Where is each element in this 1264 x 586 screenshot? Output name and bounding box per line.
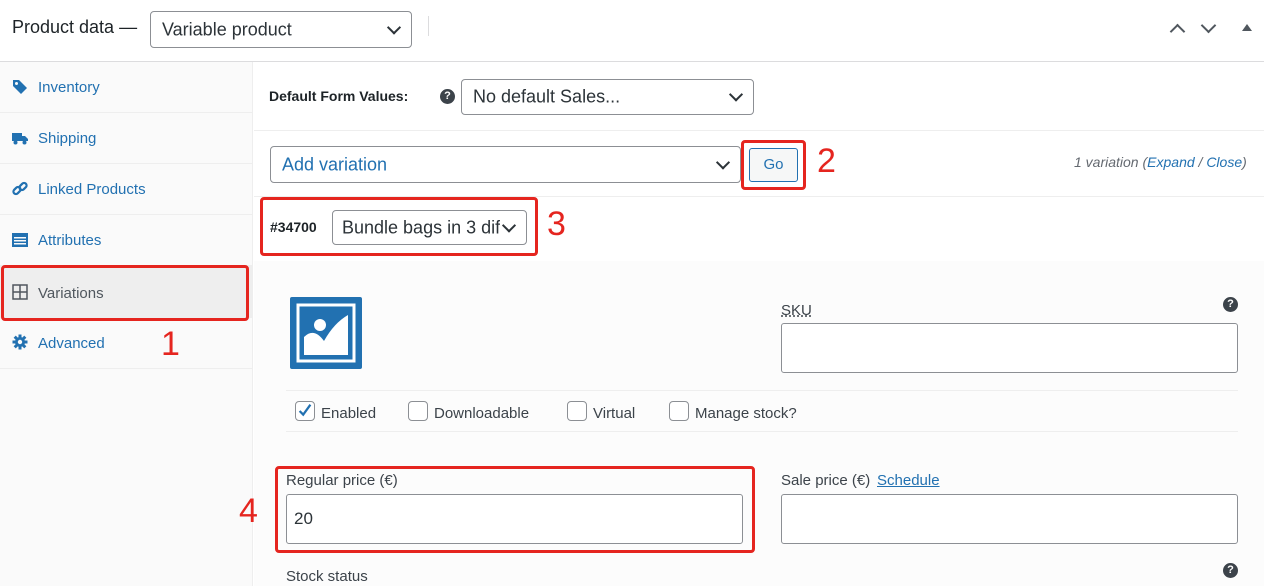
default-form-values-value: No default Sales... [473, 86, 621, 107]
expand-link[interactable]: Expand [1147, 154, 1194, 170]
image-icon [296, 303, 356, 363]
list-icon [12, 233, 28, 247]
annotation-box-go [741, 140, 806, 190]
stock-status-label: Stock status [286, 568, 368, 585]
sku-label: SKU [781, 302, 812, 319]
downloadable-label: Downloadable [434, 405, 530, 422]
annotation-box-variation [260, 197, 538, 256]
annotation-label-3: 3 [547, 205, 566, 243]
sidebar-item-linked-products[interactable]: Linked Products [0, 164, 253, 215]
truck-icon [12, 133, 28, 145]
sidebar-item-attributes[interactable]: Attributes [0, 215, 253, 266]
chevron-down-icon [386, 19, 402, 35]
manage-stock-label: Manage stock? [695, 405, 797, 422]
chevron-down-icon [715, 154, 731, 170]
move-down-icon[interactable] [1200, 17, 1217, 34]
link-icon [12, 181, 28, 196]
variation-action-value: Add variation [282, 154, 388, 174]
sidebar-item-inventory[interactable]: Inventory [0, 62, 253, 113]
collapse-toggle-icon[interactable] [1242, 24, 1252, 31]
product-type-value: Variable product [162, 19, 292, 39]
gear-icon [12, 334, 28, 350]
sale-price-label: Sale price (€) [781, 472, 871, 489]
annotation-box-regular-price [275, 466, 755, 553]
sidebar-item-label: Inventory [38, 79, 100, 96]
product-data-header: Product data — Variable product [0, 0, 1264, 62]
link-separator: / [1194, 154, 1207, 170]
schedule-link[interactable]: Schedule [877, 472, 940, 489]
divider [286, 390, 1238, 391]
sku-input[interactable] [781, 323, 1238, 373]
header-divider [428, 16, 429, 36]
sidebar-item-advanced[interactable]: Advanced [0, 318, 253, 369]
product-data-tabs: Inventory Shipping Linked Products Attri… [0, 62, 253, 586]
sidebar-item-label: Shipping [38, 130, 97, 147]
divider [254, 130, 1264, 131]
variation-image-upload[interactable] [290, 297, 362, 369]
downloadable-checkbox[interactable] [408, 401, 428, 421]
default-form-values-label: Default Form Values: [269, 88, 409, 104]
sale-price-input[interactable] [781, 494, 1238, 544]
annotation-label-2: 2 [817, 142, 836, 180]
help-icon[interactable]: ? [1223, 563, 1238, 578]
sidebar-item-shipping[interactable]: Shipping [0, 113, 253, 164]
product-type-select[interactable]: Variable product [150, 11, 412, 48]
close-link[interactable]: Close [1206, 154, 1242, 170]
sidebar-item-label: Linked Products [38, 181, 146, 198]
default-form-values-select[interactable]: No default Sales... [461, 79, 754, 115]
variation-count-text: 1 variation ( [1074, 154, 1148, 170]
virtual-checkbox[interactable] [567, 401, 587, 421]
checkmark-icon [298, 404, 312, 417]
divider [286, 431, 1238, 432]
variation-action-select[interactable]: Add variation [270, 146, 741, 183]
sidebar-item-label: Advanced [38, 335, 105, 352]
move-up-icon[interactable] [1169, 23, 1186, 40]
annotation-box-variations [1, 265, 249, 321]
help-icon[interactable]: ? [440, 89, 455, 104]
product-data-title: Product data — [12, 17, 138, 37]
tag-icon [13, 80, 27, 94]
manage-stock-checkbox[interactable] [669, 401, 689, 421]
enabled-checkbox[interactable] [295, 401, 315, 421]
annotation-label-4: 4 [239, 492, 258, 530]
virtual-label: Virtual [593, 405, 636, 422]
variation-count: 1 variation (Expand / Close) [1074, 154, 1247, 170]
help-icon[interactable]: ? [1223, 297, 1238, 312]
sidebar-item-label: Attributes [38, 232, 102, 249]
enabled-label: Enabled [321, 405, 377, 422]
variation-count-end: ) [1242, 154, 1247, 170]
annotation-label-1: 1 [161, 325, 180, 363]
chevron-down-icon [728, 87, 744, 102]
